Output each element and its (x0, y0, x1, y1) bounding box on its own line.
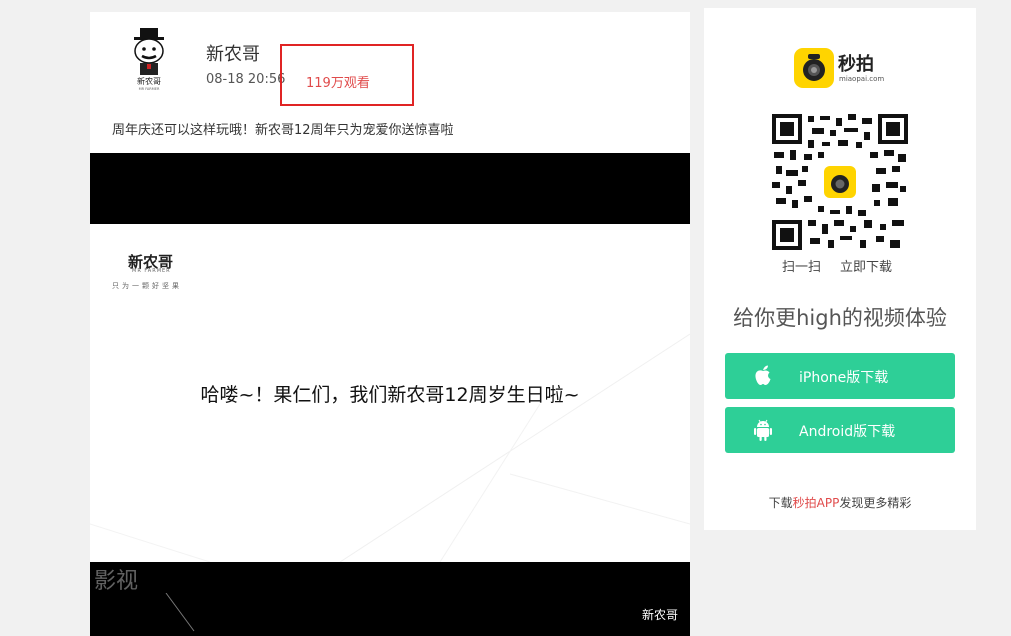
footer-app-link[interactable]: 秒拍APP (793, 496, 840, 510)
watermark-stroke-icon (165, 593, 195, 632)
qr-scan-label: 扫一扫 (782, 260, 822, 275)
mascot-label: 新农哥 (137, 76, 161, 86)
footer-post: 发现更多精彩 (839, 496, 912, 510)
qr-download-link[interactable]: 立即下载 (840, 256, 892, 275)
watermark: 影视 (94, 569, 139, 594)
brand-slogan: 只为一颗好坚果 (112, 282, 182, 290)
video-tag: 新农哥 (641, 608, 678, 622)
footer-pre: 下载 (768, 496, 793, 510)
mascot-sublabel: MR FARMER (139, 87, 160, 91)
android-icon (754, 419, 772, 441)
video-post-card: 新农哥 MR FARMER 新农哥 08-18 20:56 119万观看 周年庆… (90, 12, 690, 636)
footer-note: 下载秒拍APP发现更多精彩 (704, 494, 976, 511)
iphone-download-label: iPhone版下载 (799, 370, 889, 386)
brand-sub: MR FARMER (132, 268, 171, 274)
mascot-avatar-icon[interactable]: 新农哥 MR FARMER (120, 26, 180, 96)
author-name[interactable]: 新农哥 (206, 40, 260, 66)
app-name: 秒拍 (838, 54, 874, 75)
apple-icon (755, 365, 771, 385)
qr-code-icon (772, 114, 908, 250)
app-domain: miaopai.com (839, 75, 885, 83)
video-player[interactable]: 新农哥 MR FARMER 只为一颗好坚果 哈喽~！果仁们，我们新农哥12周岁生… (90, 153, 690, 636)
post-caption: 周年庆还可以这样玩哦！新农哥12周年只为宠爱你送惊喜啦 (112, 123, 454, 138)
android-download-button[interactable]: Android版下载 (725, 407, 955, 453)
post-time: 08-18 20:56 (206, 72, 286, 87)
miaopai-logo-icon[interactable] (794, 48, 834, 88)
app-download-panel: 秒拍 miaopai.com 扫一扫 立即下载 给你更high的视频体验 iPh… (704, 8, 976, 530)
video-frame-text: 哈喽~！果仁们，我们新农哥12周岁生日啦~ (200, 384, 580, 406)
android-download-label: Android版下载 (799, 424, 896, 440)
highlight-box (280, 44, 414, 106)
tagline: 给你更high的视频体验 (733, 306, 947, 330)
iphone-download-button[interactable]: iPhone版下载 (725, 353, 955, 399)
video-frame: 新农哥 MR FARMER 只为一颗好坚果 哈喽~！果仁们，我们新农哥12周岁生… (90, 224, 690, 562)
